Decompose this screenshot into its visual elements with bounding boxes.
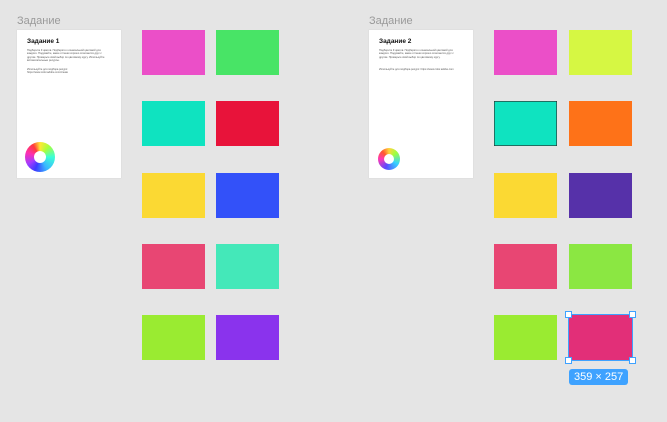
color-swatch[interactable] <box>142 244 205 289</box>
resize-handle-top-right[interactable] <box>629 311 636 318</box>
card-title: Задание 1 <box>27 38 60 45</box>
color-swatch[interactable] <box>569 101 632 146</box>
color-swatch[interactable] <box>216 315 279 360</box>
color-swatch[interactable] <box>142 173 205 218</box>
color-swatch[interactable] <box>569 173 632 218</box>
color-swatch[interactable] <box>142 315 205 360</box>
card-title: Задание 2 <box>379 38 412 45</box>
frame-label[interactable]: Задание <box>369 15 413 27</box>
color-swatch[interactable] <box>216 173 279 218</box>
task-card[interactable]: Задание 2 Подберите 9 цветов. Подберите … <box>369 30 473 178</box>
color-swatch[interactable] <box>494 244 557 289</box>
resize-handle-bottom-left[interactable] <box>565 357 572 364</box>
color-swatch[interactable] <box>216 244 279 289</box>
card-description: Подберите 9 цветов. Подберите к изначаль… <box>27 49 105 63</box>
card-resource-link: Используйте для подбора ресурс: https://… <box>379 68 454 71</box>
color-swatch[interactable] <box>142 101 205 146</box>
color-swatch[interactable] <box>216 101 279 146</box>
selection-outline <box>568 314 633 361</box>
card-resource-link: Используйте для подбора ресурс: https://… <box>27 68 68 75</box>
color-wheel-icon[interactable] <box>25 142 55 172</box>
task-card[interactable]: Задание 1 Подберите 9 цветов. Подберите … <box>17 30 121 178</box>
resize-handle-bottom-right[interactable] <box>629 357 636 364</box>
color-swatch[interactable] <box>494 315 557 360</box>
color-swatch[interactable] <box>216 30 279 75</box>
color-swatch[interactable] <box>494 101 557 146</box>
size-badge: 359 × 257 <box>569 369 629 385</box>
frame-label[interactable]: Задание <box>17 15 61 27</box>
resize-handle-top-left[interactable] <box>565 311 572 318</box>
color-wheel-icon[interactable] <box>378 148 400 170</box>
color-swatch[interactable] <box>569 244 632 289</box>
color-swatch[interactable] <box>142 30 205 75</box>
color-swatch[interactable] <box>569 30 632 75</box>
color-swatch[interactable] <box>494 30 557 75</box>
color-swatch[interactable] <box>494 173 557 218</box>
card-description: Подберите 9 цветов. Подберите к изначаль… <box>379 49 454 59</box>
